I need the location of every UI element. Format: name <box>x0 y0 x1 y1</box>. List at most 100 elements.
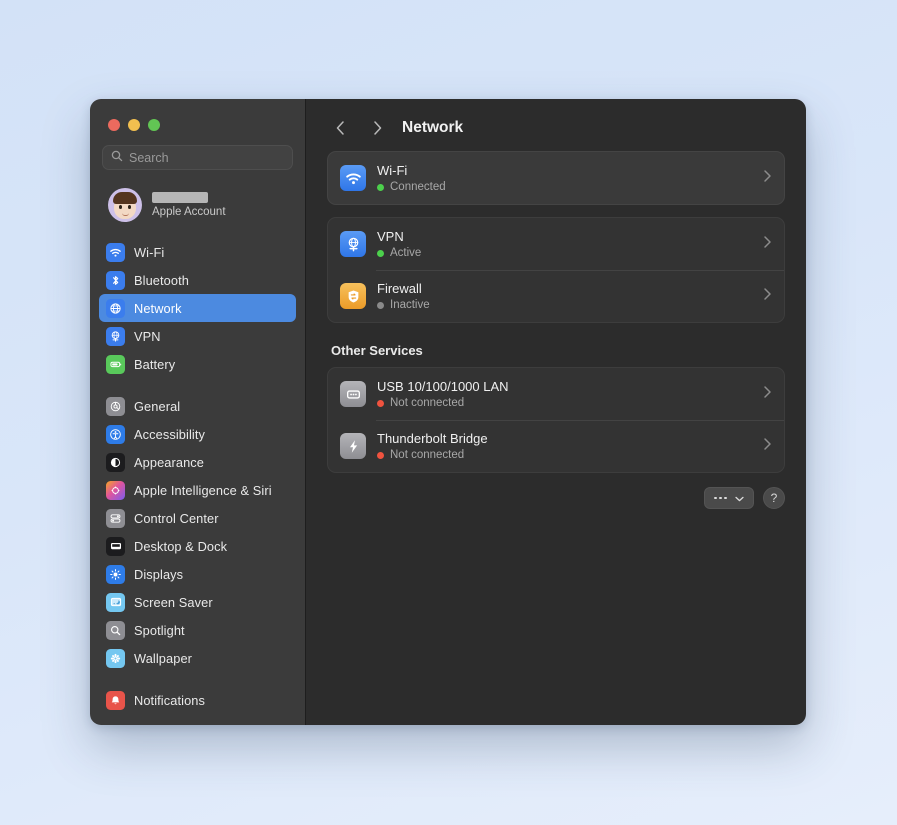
battery-icon <box>106 355 125 374</box>
search-container <box>90 131 305 170</box>
status-label: Active <box>390 247 421 259</box>
chevron-right-icon <box>763 235 772 254</box>
help-button[interactable]: ? <box>763 487 785 509</box>
sidebar-item-label: Accessibility <box>134 427 205 442</box>
sidebar-item-label: Screen Saver <box>134 595 213 610</box>
wallpaper-icon <box>106 649 125 668</box>
footer-actions: ? <box>327 487 785 509</box>
chevron-right-icon <box>763 385 772 404</box>
sidebar-item-accessibility[interactable]: Accessibility <box>99 420 296 448</box>
sidebar-item-label: Apple Intelligence & Siri <box>134 483 272 498</box>
status-label: Inactive <box>390 299 430 311</box>
sidebar-item-screen-saver[interactable]: Screen Saver <box>99 588 296 616</box>
control-center-icon <box>106 509 125 528</box>
thunderbolt-icon <box>340 433 366 459</box>
sidebar-item-battery[interactable]: Battery <box>99 350 296 378</box>
wifi-icon <box>340 165 366 191</box>
search-field[interactable] <box>102 145 293 170</box>
row-title: Firewall <box>377 281 430 296</box>
sidebar-item-network[interactable]: Network <box>99 294 296 322</box>
wifi-icon <box>106 243 125 262</box>
sidebar-item-notifications[interactable]: Notifications <box>99 686 296 714</box>
toolbar: Network <box>327 99 785 151</box>
section-title-other-services: Other Services <box>331 343 785 358</box>
network-row-thunderbolt-bridge[interactable]: Thunderbolt Bridge Not connected <box>328 420 784 472</box>
row-title: Thunderbolt Bridge <box>377 431 488 446</box>
desktop-dock-icon <box>106 537 125 556</box>
more-options-button[interactable] <box>704 487 754 509</box>
system-settings-window: Apple Account Wi-Fi <box>90 99 806 725</box>
sidebar-item-label: Wi-Fi <box>134 245 164 260</box>
zoom-button[interactable] <box>148 119 160 131</box>
row-text: VPN Active <box>377 229 421 259</box>
status-label: Not connected <box>390 449 464 461</box>
sidebar-item-displays[interactable]: Displays <box>99 560 296 588</box>
close-button[interactable] <box>108 119 120 131</box>
network-row-wi-fi[interactable]: Wi-Fi Connected <box>328 152 784 204</box>
account-subtitle: Apple Account <box>152 206 226 218</box>
sidebar-item-label: Displays <box>134 567 183 582</box>
status-dot <box>377 184 384 191</box>
sidebar-item-label: Network <box>134 301 182 316</box>
page-title: Network <box>402 119 463 137</box>
accessibility-icon <box>106 425 125 444</box>
row-text: Thunderbolt Bridge Not connected <box>377 431 488 461</box>
chevron-down-icon <box>735 489 744 507</box>
account-text: Apple Account <box>152 192 226 218</box>
apple-account-item[interactable]: Apple Account <box>102 184 293 226</box>
sidebar-item-apple-intelligence-siri[interactable]: Apple Intelligence & Siri <box>99 476 296 504</box>
vpn-firewall-card: VPN Active <box>327 217 785 323</box>
row-text: Firewall Inactive <box>377 281 430 311</box>
sidebar-item-control-center[interactable]: Control Center <box>99 504 296 532</box>
status-label: Connected <box>390 181 446 193</box>
bluetooth-icon <box>106 271 125 290</box>
row-status: Not connected <box>377 449 488 461</box>
network-row-usb-lan[interactable]: USB 10/100/1000 LAN Not connected <box>328 368 784 420</box>
main-content: Network Wi-Fi Connected <box>306 99 806 725</box>
back-button[interactable] <box>327 115 353 141</box>
globe-icon <box>106 299 125 318</box>
displays-icon <box>106 565 125 584</box>
sidebar-item-general[interactable]: General <box>99 392 296 420</box>
forward-button[interactable] <box>364 115 390 141</box>
row-title: USB 10/100/1000 LAN <box>377 379 509 394</box>
appearance-icon <box>106 453 125 472</box>
status-dot <box>377 302 384 309</box>
chevron-right-icon <box>763 287 772 306</box>
status-dot <box>377 250 384 257</box>
sidebar-item-wallpaper[interactable]: Wallpaper <box>99 644 296 672</box>
row-status: Not connected <box>377 397 509 409</box>
row-text: USB 10/100/1000 LAN Not connected <box>377 379 509 409</box>
row-title: VPN <box>377 229 421 244</box>
sidebar-item-label: Bluetooth <box>134 273 189 288</box>
sidebar-item-spotlight[interactable]: Spotlight <box>99 616 296 644</box>
sidebar-item-bluetooth[interactable]: Bluetooth <box>99 266 296 294</box>
status-dot <box>377 452 384 459</box>
row-text: Wi-Fi Connected <box>377 163 446 193</box>
avatar <box>108 188 142 222</box>
sidebar-item-wi-fi[interactable]: Wi-Fi <box>99 238 296 266</box>
row-title: Wi-Fi <box>377 163 446 178</box>
sidebar-divider <box>99 672 296 686</box>
network-row-firewall[interactable]: Firewall Inactive <box>328 270 784 322</box>
sidebar-item-desktop-dock[interactable]: Desktop & Dock <box>99 532 296 560</box>
sidebar-item-appearance[interactable]: Appearance <box>99 448 296 476</box>
row-status: Connected <box>377 181 446 193</box>
sidebar-item-label: Control Center <box>134 511 219 526</box>
notifications-icon <box>106 691 125 710</box>
minimize-button[interactable] <box>128 119 140 131</box>
sidebar-nav: Wi-Fi Bluetooth <box>90 226 305 714</box>
sidebar-item-label: Wallpaper <box>134 651 192 666</box>
sidebar-divider <box>99 378 296 392</box>
sidebar-item-label: Notifications <box>134 693 205 708</box>
search-input[interactable] <box>129 151 284 165</box>
row-status: Active <box>377 247 421 259</box>
ellipsis-icon <box>714 497 727 500</box>
account-name-redacted <box>152 192 208 203</box>
chevron-right-icon <box>763 437 772 456</box>
gear-icon <box>106 397 125 416</box>
sidebar-item-vpn[interactable]: VPN <box>99 322 296 350</box>
search-icon <box>111 149 123 167</box>
vpn-icon <box>106 327 125 346</box>
network-row-vpn[interactable]: VPN Active <box>328 218 784 270</box>
